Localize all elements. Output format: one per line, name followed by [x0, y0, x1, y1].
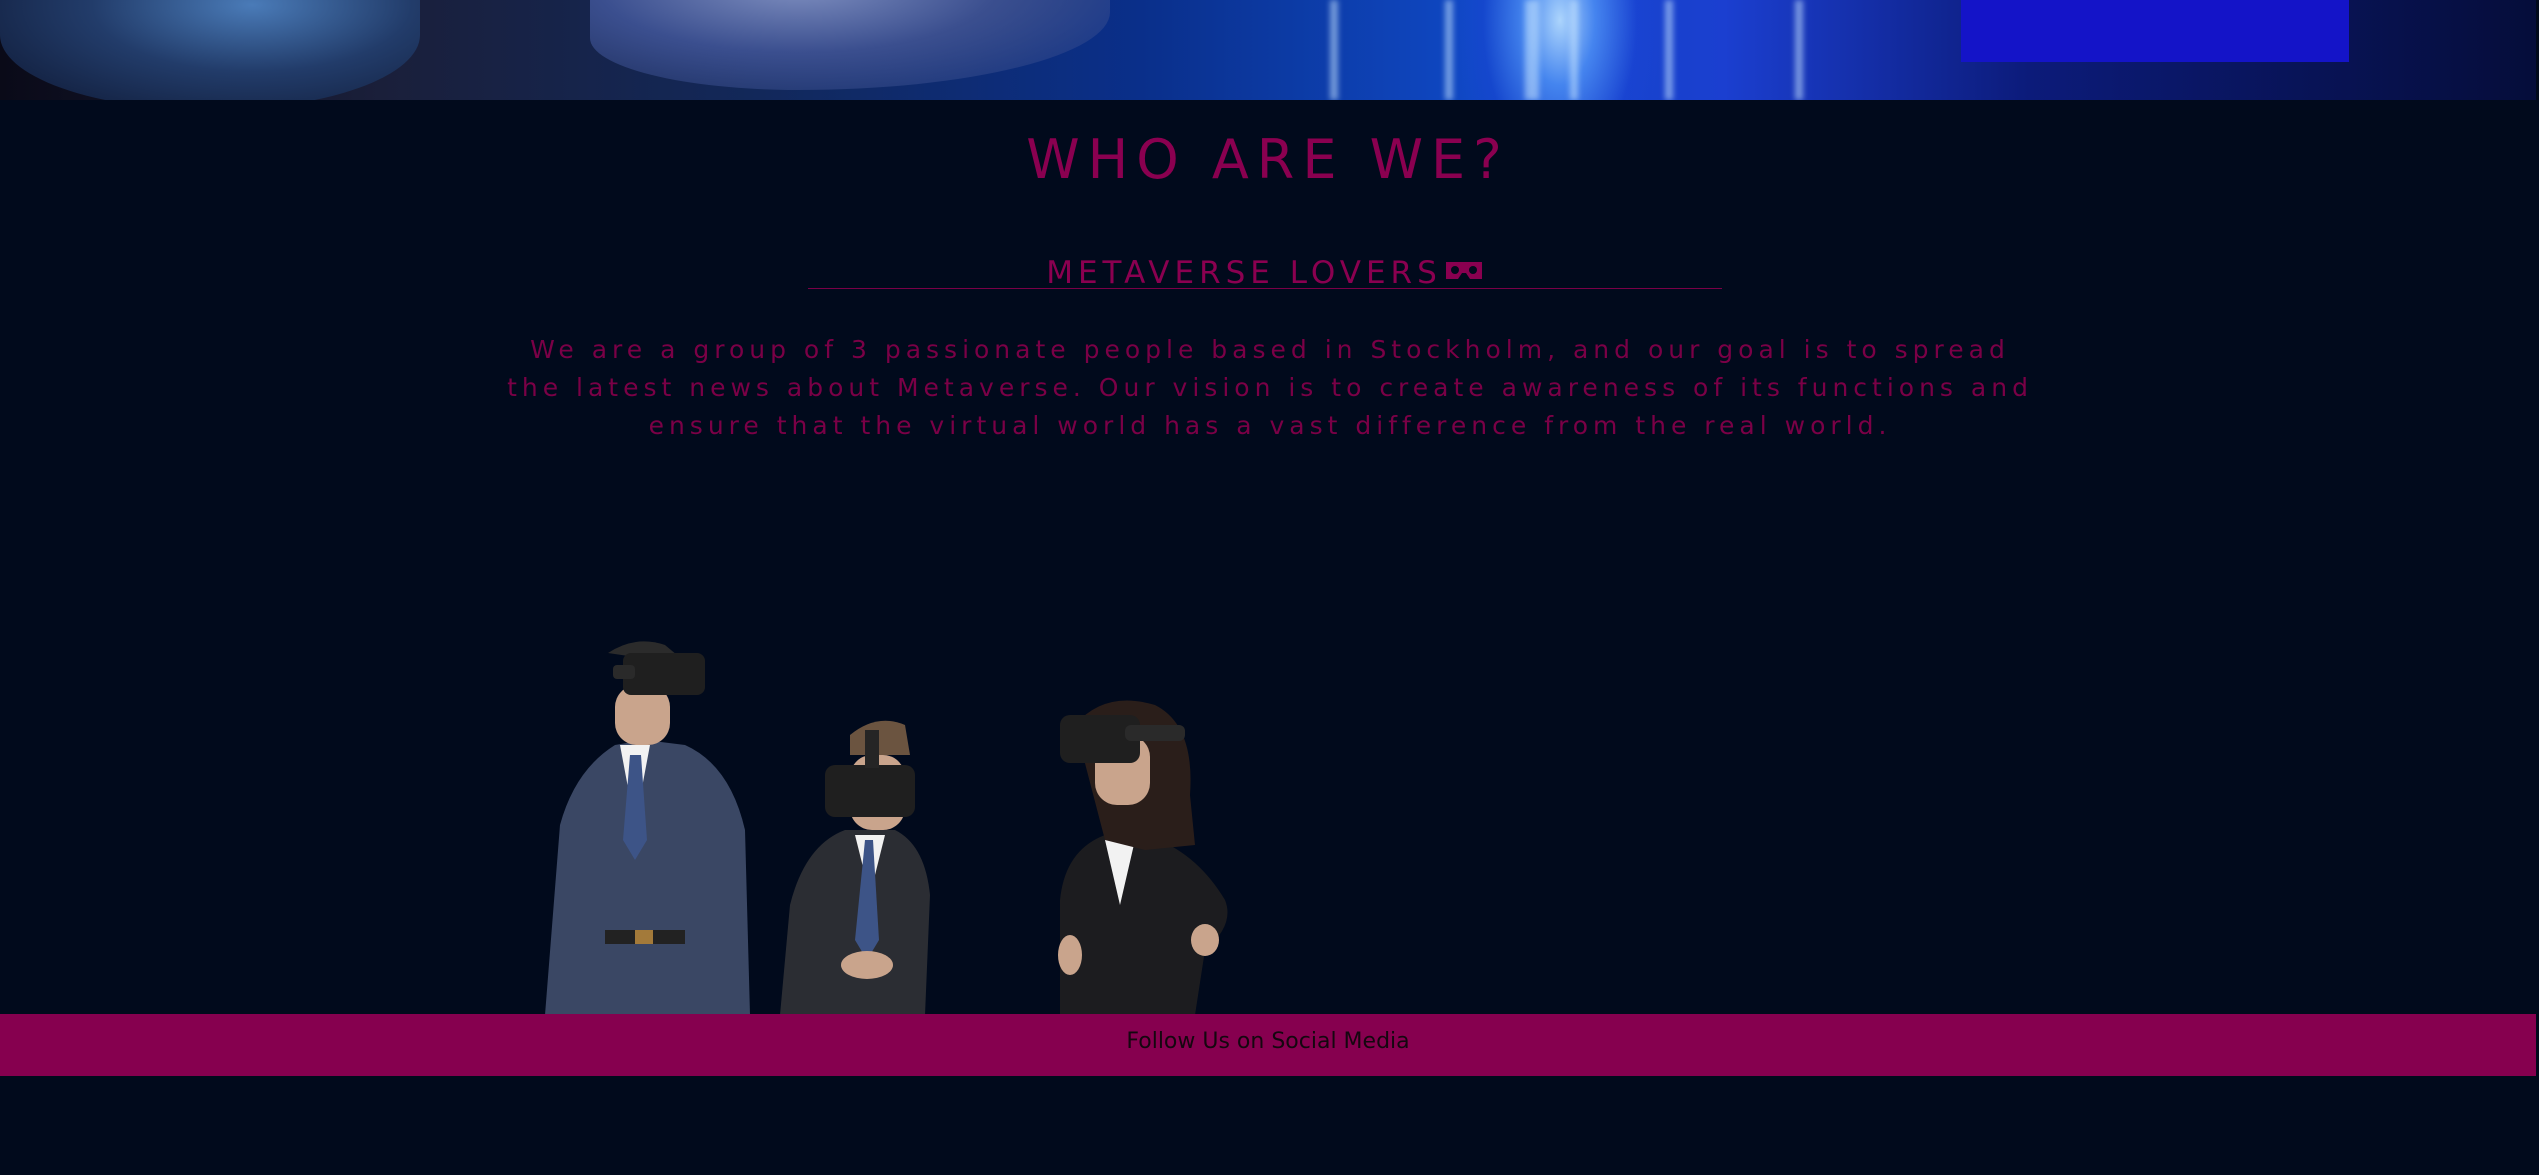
- light-beam: [1445, 0, 1453, 100]
- team-member-3: [1058, 700, 1228, 1015]
- team-vr-photo: [545, 641, 1228, 1015]
- team-member-2: [780, 720, 930, 1015]
- subtitle: METAVERSE LOVERS: [1046, 255, 1442, 291]
- subtitle-row: METAVERSE LOVERS: [808, 252, 1722, 291]
- light-beam: [1795, 0, 1803, 100]
- light-beam: [1570, 0, 1578, 100]
- about-description: We are a group of 3 passionate people ba…: [507, 335, 2033, 440]
- light-beam: [1330, 0, 1338, 100]
- light-beam: [1665, 0, 1673, 100]
- footer-bar: Follow Us on Social Media: [0, 1014, 2536, 1076]
- hero-hand: [590, 0, 1110, 90]
- vr-headset-icon: [1444, 259, 1484, 289]
- hero-cta-button[interactable]: [1961, 0, 2349, 62]
- follow-social-link[interactable]: Follow Us on Social Media: [1126, 1029, 1409, 1054]
- team-member-1: [545, 641, 750, 1015]
- hero-person-face: [0, 0, 420, 100]
- light-beam: [1525, 0, 1539, 100]
- section-title: WHO ARE WE?: [1026, 128, 1510, 191]
